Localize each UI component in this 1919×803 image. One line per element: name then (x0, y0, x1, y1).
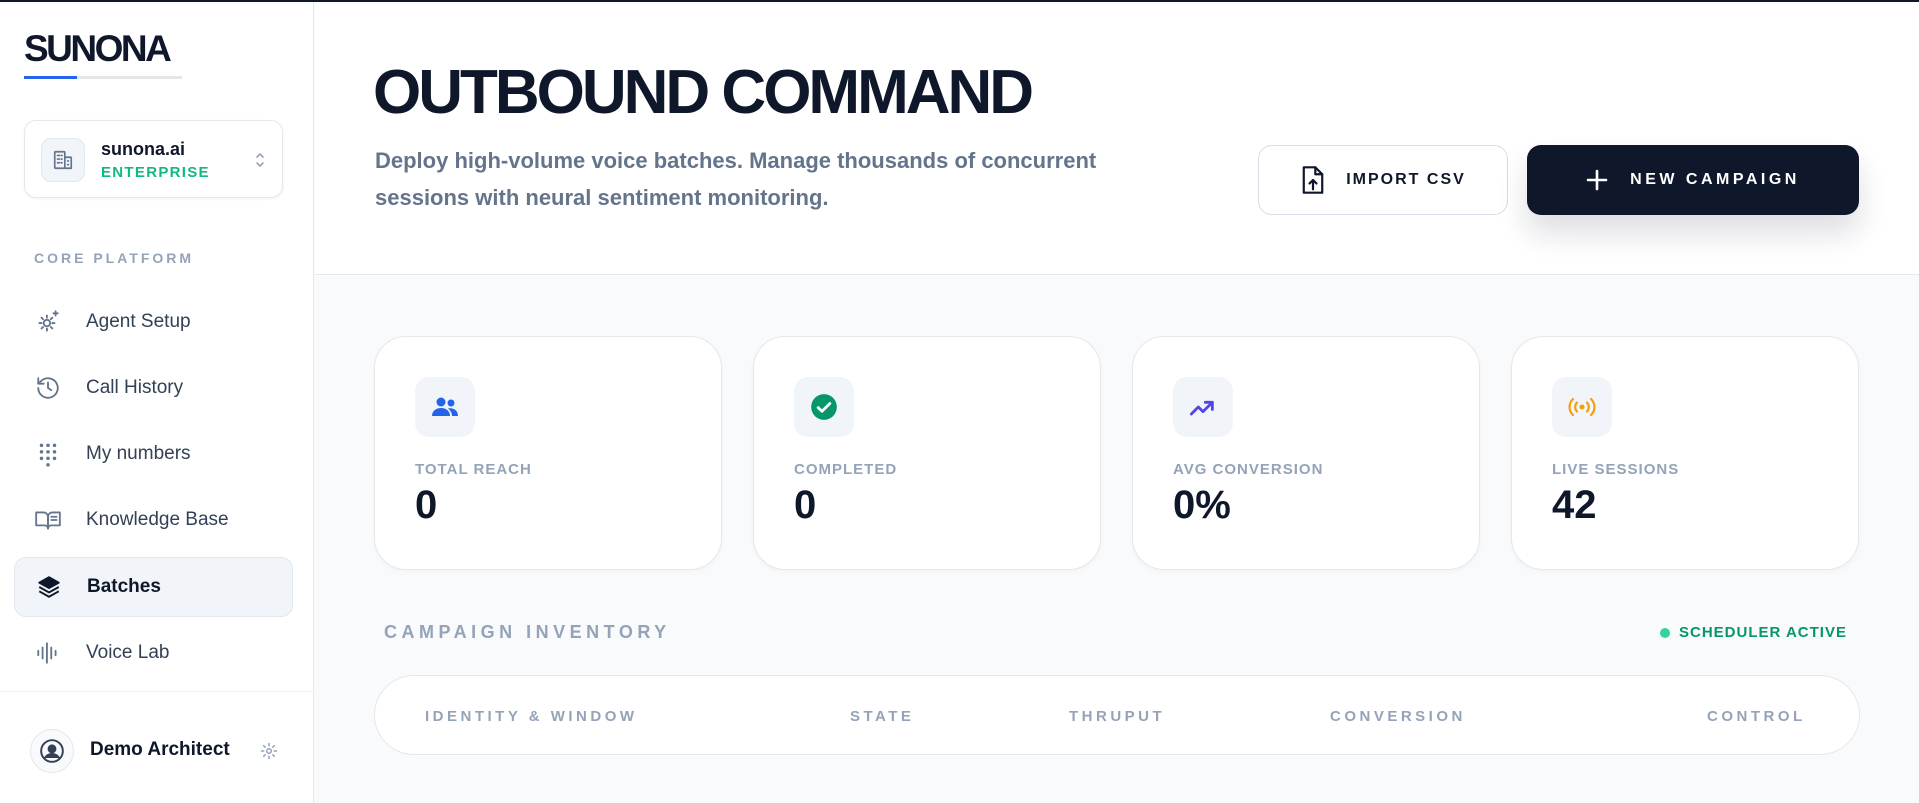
sidebar-item-call-history[interactable]: Call History (14, 358, 293, 418)
stat-card-completed: COMPLETED 0 (753, 336, 1101, 570)
scheduler-status: SCHEDULER ACTIVE (1660, 624, 1847, 641)
plus-icon (1586, 169, 1608, 191)
column-header-conversion[interactable]: CONVERSION (1330, 708, 1466, 725)
stat-label: COMPLETED (794, 461, 898, 478)
scheduler-status-label: SCHEDULER ACTIVE (1679, 624, 1847, 641)
stat-label: TOTAL REACH (415, 461, 532, 478)
stat-label: LIVE SESSIONS (1552, 461, 1680, 478)
settings-gear-icon[interactable] (260, 742, 278, 760)
sidebar-item-my-numbers[interactable]: My numbers (14, 424, 293, 484)
page-subtitle: Deploy high-volume voice batches. Manage… (375, 148, 1097, 210)
trending-up-icon (1173, 377, 1233, 437)
dialpad-icon (34, 440, 62, 468)
org-plan-badge: ENTERPRISE (101, 164, 210, 181)
stat-card-avg-conversion: AVG CONVERSION 0% (1132, 336, 1480, 570)
stat-value: 42 (1552, 483, 1597, 527)
org-name: sunona.ai (101, 139, 186, 159)
window-top-border (0, 0, 1919, 2)
sidebar-item-label: Voice Lab (86, 642, 170, 663)
org-switcher[interactable]: sunona.ai ENTERPRISE (24, 120, 283, 198)
check-circle-icon (794, 377, 854, 437)
new-campaign-label: NEW CAMPAIGN (1630, 171, 1800, 188)
column-header-state[interactable]: STATE (850, 708, 914, 725)
campaign-inventory-title: CAMPAIGN INVENTORY (384, 622, 671, 642)
sidebar-item-agent-setup[interactable]: Agent Setup (14, 292, 293, 352)
sidebar-item-label: Call History (86, 377, 184, 398)
sidebar: SUNONA sunona.ai ENTERPRISE CORE PLATFOR… (0, 0, 314, 803)
stat-value: 0 (415, 483, 438, 527)
import-csv-label: IMPORT CSV (1346, 171, 1466, 188)
import-csv-button[interactable]: IMPORT CSV (1258, 145, 1508, 215)
campaign-table-header: IDENTITY & WINDOW STATE THRUPUT CONVERSI… (374, 675, 1860, 755)
brand-underline (24, 76, 182, 79)
file-upload-icon (1302, 166, 1324, 194)
sidebar-divider (0, 691, 314, 692)
stat-card-total-reach: TOTAL REACH 0 (374, 336, 722, 570)
chevron-up-down-icon (256, 153, 264, 167)
user-avatar[interactable] (30, 729, 74, 773)
users-icon (415, 377, 475, 437)
stat-value: 0% (1173, 483, 1231, 527)
stat-value: 0 (794, 483, 817, 527)
brand-logo[interactable]: SUNONA (24, 28, 172, 70)
column-header-control[interactable]: CONTROL (1707, 708, 1806, 725)
sidebar-item-label: Agent Setup (86, 311, 191, 332)
sidebar-item-knowledge-base[interactable]: Knowledge Base (14, 490, 293, 550)
column-header-thruput[interactable]: THRUPUT (1069, 708, 1165, 725)
column-header-identity[interactable]: IDENTITY & WINDOW (425, 708, 638, 725)
sidebar-item-voice-lab[interactable]: Voice Lab (14, 623, 293, 683)
status-dot-icon (1660, 627, 1670, 638)
sidebar-item-label: My numbers (86, 443, 191, 464)
layers-icon (35, 573, 63, 601)
sidebar-item-batches[interactable]: Batches (14, 557, 293, 617)
page-title: OUTBOUND COMMAND (373, 58, 1034, 127)
building-icon (41, 138, 85, 182)
stat-card-live-sessions: LIVE SESSIONS 42 (1511, 336, 1859, 570)
new-campaign-button[interactable]: NEW CAMPAIGN (1527, 145, 1859, 215)
user-name: Demo Architect (90, 739, 230, 760)
history-icon (34, 374, 62, 402)
section-title-core-platform: CORE PLATFORM (34, 250, 195, 266)
sidebar-item-label: Batches (87, 576, 161, 597)
page-header: OUTBOUND COMMAND Deploy high-volume voic… (315, 0, 1919, 275)
gear-sparkle-icon (34, 308, 62, 336)
audio-waveform-icon (34, 639, 62, 667)
stat-label: AVG CONVERSION (1173, 461, 1324, 478)
sidebar-item-label: Knowledge Base (86, 509, 229, 530)
book-open-icon (34, 506, 62, 534)
broadcast-icon (1552, 377, 1612, 437)
